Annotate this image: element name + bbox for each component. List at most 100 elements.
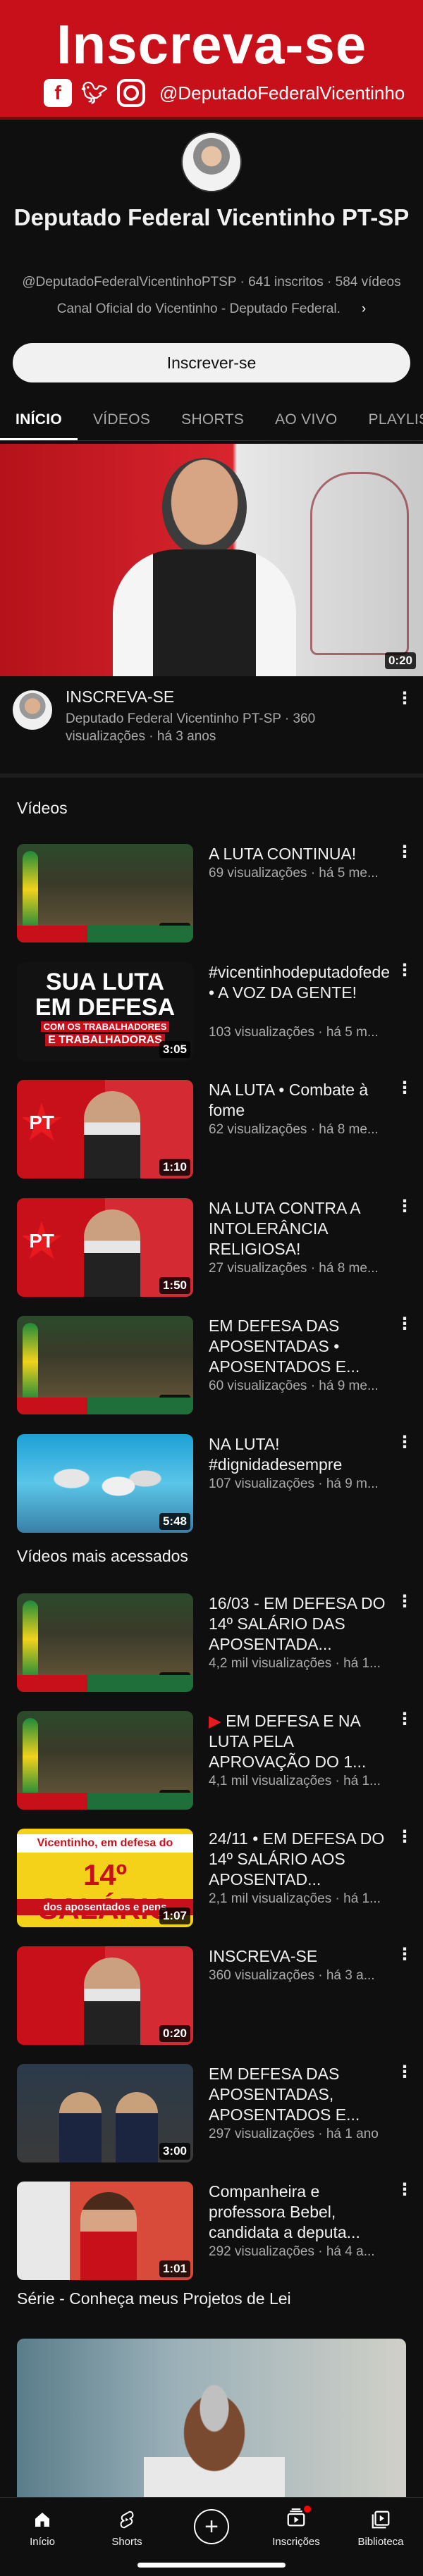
- video-title: Companheira e professora Bebel, candidat…: [209, 2182, 360, 2241]
- video-thumbnail[interactable]: [17, 2339, 406, 2508]
- list-item[interactable]: 3:27 EM DEFESA DAS APOSENTADAS • APOSENT…: [0, 1316, 423, 1414]
- duration-badge: 3:12: [159, 1790, 190, 1807]
- tab-inicio[interactable]: INÍCIO: [0, 400, 78, 440]
- more-options-icon[interactable]: ⋮: [396, 1711, 413, 1728]
- video-thumbnail[interactable]: 3:00: [17, 2064, 193, 2163]
- featured-sketch-image: [310, 472, 409, 655]
- duration-badge: 0:20: [384, 652, 416, 669]
- facebook-icon: f: [44, 79, 72, 107]
- video-meta: 4,2 mil visualizações · há 1...: [209, 1656, 381, 1671]
- more-options-icon[interactable]: ⋮: [396, 1080, 413, 1097]
- video-thumbnail[interactable]: 1:01: [17, 2182, 193, 2280]
- video-thumbnail[interactable]: SUA LUTA EM DEFESA COM OS TRABALHADORES …: [17, 962, 193, 1061]
- more-options-icon[interactable]: ⋮: [396, 1593, 413, 1610]
- video-title: NA LUTA CONTRA A INTOLERÂNCIA RELIGIOSA!: [209, 1199, 360, 1258]
- video-title: A LUTA CONTINUA!: [209, 845, 357, 863]
- video-thumbnail[interactable]: Vicentinho, em defesa do 14º SALÁRIO dos…: [17, 1829, 193, 1927]
- tab-videos[interactable]: VÍDEOS: [78, 400, 166, 440]
- channel-avatar[interactable]: [181, 132, 242, 192]
- more-options-icon[interactable]: ⋮: [396, 1829, 413, 1846]
- featured-video-meta: Deputado Federal Vicentinho PT-SP · 360 …: [66, 711, 316, 744]
- video-thumbnail[interactable]: 3:27: [17, 1316, 193, 1414]
- duration-badge: 1:10: [159, 1159, 190, 1176]
- video-title: INSCREVA-SE: [209, 1947, 318, 1965]
- nav-library[interactable]: Biblioteca: [338, 2498, 423, 2576]
- video-title: 24/11 • EM DEFESA DO 14º SALÁRIO AOS APO…: [209, 1829, 385, 1889]
- video-title: EM DEFESA DAS APOSENTADAS, APOSENTADOS E…: [209, 2065, 360, 2124]
- more-options-icon[interactable]: ⋮: [396, 1946, 413, 1963]
- video-meta: 107 visualizações · há 9 m...: [209, 1476, 379, 1491]
- create-icon: +: [194, 2509, 229, 2544]
- duration-badge: 2:01: [159, 1672, 190, 1689]
- duration-badge: 3:00: [159, 2143, 190, 2160]
- shorts-icon: [85, 2508, 169, 2532]
- featured-video-title: INSCREVA-SE: [66, 687, 175, 706]
- duration-badge: 1:50: [159, 1277, 190, 1294]
- video-meta: 2,1 mil visualizações · há 1...: [209, 1891, 381, 1906]
- chevron-right-icon: ›: [361, 301, 367, 316]
- tab-playlists[interactable]: PLAYLISTS: [353, 400, 423, 440]
- pt-logo: PT: [18, 1093, 65, 1153]
- featured-video-info[interactable]: INSCREVA-SE Deputado Federal Vicentinho …: [0, 683, 423, 754]
- duration-badge: 3:27: [159, 1395, 190, 1412]
- list-item[interactable]: 5:48 NA LUTA! #dignidadesempre 107 visua…: [0, 1434, 423, 1533]
- list-item[interactable]: PT 1:10 NA LUTA • Combate à fome 62 visu…: [0, 1080, 423, 1178]
- more-options-icon[interactable]: ⋮: [396, 1316, 413, 1333]
- list-item[interactable]: 0:20 INSCREVA-SE 360 visualizações · há …: [0, 1946, 423, 2045]
- more-options-icon[interactable]: ⋮: [396, 962, 413, 979]
- library-icon: [338, 2508, 423, 2532]
- more-options-icon[interactable]: ⋮: [396, 2064, 413, 2081]
- section-title-popular: Vídeos mais acessados: [17, 1547, 188, 1565]
- duration-badge: 8:07: [159, 923, 190, 940]
- list-item[interactable]: 1:01 Companheira e professora Bebel, can…: [0, 2182, 423, 2280]
- list-item[interactable]: PT 1:50 NA LUTA CONTRA A INTOLERÂNCIA RE…: [0, 1198, 423, 1297]
- flag-icon: ▶: [209, 1712, 221, 1730]
- video-thumbnail[interactable]: 3:12: [17, 1711, 193, 1810]
- more-options-icon[interactable]: ⋮: [396, 844, 413, 861]
- video-meta: 69 visualizações · há 5 me...: [209, 866, 379, 881]
- list-item[interactable]: 3:00 EM DEFESA DAS APOSENTADAS, APOSENTA…: [0, 2064, 423, 2163]
- video-title: #vicentinhodeputadofederal1390 • A VOZ D…: [209, 963, 389, 1002]
- more-options-icon[interactable]: ⋮: [396, 1434, 413, 1451]
- avatar[interactable]: [13, 690, 52, 730]
- channel-description[interactable]: Canal Oficial do Vicentinho - Deputado F…: [0, 301, 423, 317]
- channel-meta: @DeputadoFederalVicentinhoPTSP · 641 ins…: [22, 275, 401, 290]
- more-options-icon[interactable]: ⋮: [396, 1198, 413, 1215]
- more-options-icon[interactable]: ⋮: [396, 2182, 413, 2198]
- subscribe-button[interactable]: Inscrever-se: [13, 343, 410, 382]
- video-title: ▶ EM DEFESA E NA LUTA PELA APROVAÇÃO DO …: [209, 1712, 367, 1771]
- video-thumbnail[interactable]: 0:20: [17, 1946, 193, 2045]
- channel-name: Deputado Federal Vicentinho PT-SP: [13, 204, 410, 230]
- duration-badge: 3:05: [159, 1041, 190, 1058]
- channel-banner: Inscreva-se f 🐦︎ @DeputadoFederalVicenti…: [0, 0, 423, 120]
- list-item[interactable]: Vicentinho, em defesa do 14º SALÁRIO dos…: [0, 1829, 423, 1927]
- banner-title: Inscreva-se: [56, 13, 367, 75]
- video-thumbnail[interactable]: PT 1:10: [17, 1080, 193, 1178]
- tab-shorts[interactable]: SHORTS: [166, 400, 259, 440]
- video-thumbnail[interactable]: PT 1:50: [17, 1198, 193, 1297]
- more-options-icon[interactable]: ⋮: [396, 690, 413, 707]
- video-meta: 360 visualizações · há 3 a...: [209, 1968, 375, 1983]
- banner-handle: @DeputadoFederalVicentinho: [159, 82, 405, 104]
- list-item[interactable]: 2:01 16/03 - EM DEFESA DO 14º SALÁRIO DA…: [0, 1593, 423, 1692]
- list-item[interactable]: 3:12 ▶ EM DEFESA E NA LUTA PELA APROVAÇÃ…: [0, 1711, 423, 1810]
- featured-video-thumbnail[interactable]: 0:20: [0, 444, 423, 676]
- video-meta: 103 visualizações · há 5 m...: [209, 1025, 379, 1040]
- tab-ao-vivo[interactable]: AO VIVO: [259, 400, 352, 440]
- video-thumbnail[interactable]: 5:48: [17, 1434, 193, 1533]
- video-title: EM DEFESA DAS APOSENTADAS • APOSENTADOS …: [209, 1317, 360, 1376]
- instagram-icon: [117, 79, 145, 107]
- video-thumbnail[interactable]: 2:01: [17, 1593, 193, 1692]
- list-item[interactable]: 8:07 A LUTA CONTINUA! 69 visualizações ·…: [0, 844, 423, 942]
- duration-badge: 1:07: [159, 1908, 190, 1924]
- video-meta: 62 visualizações · há 8 me...: [209, 1122, 379, 1137]
- banner-social: f 🐦︎ @DeputadoFederalVicentinho: [44, 79, 405, 107]
- section-title-series: Série - Conheça meus Projetos de Lei: [17, 2289, 291, 2308]
- video-thumbnail[interactable]: 8:07: [17, 844, 193, 942]
- nav-home[interactable]: Início: [0, 2498, 85, 2576]
- video-title: NA LUTA • Combate à fome: [209, 1081, 369, 1119]
- video-meta: 60 visualizações · há 9 me...: [209, 1379, 379, 1393]
- video-meta: 4,1 mil visualizações · há 1...: [209, 1774, 381, 1788]
- video-title: 16/03 - EM DEFESA DO 14º SALÁRIO DAS APO…: [209, 1594, 386, 1653]
- list-item[interactable]: SUA LUTA EM DEFESA COM OS TRABALHADORES …: [0, 962, 423, 1061]
